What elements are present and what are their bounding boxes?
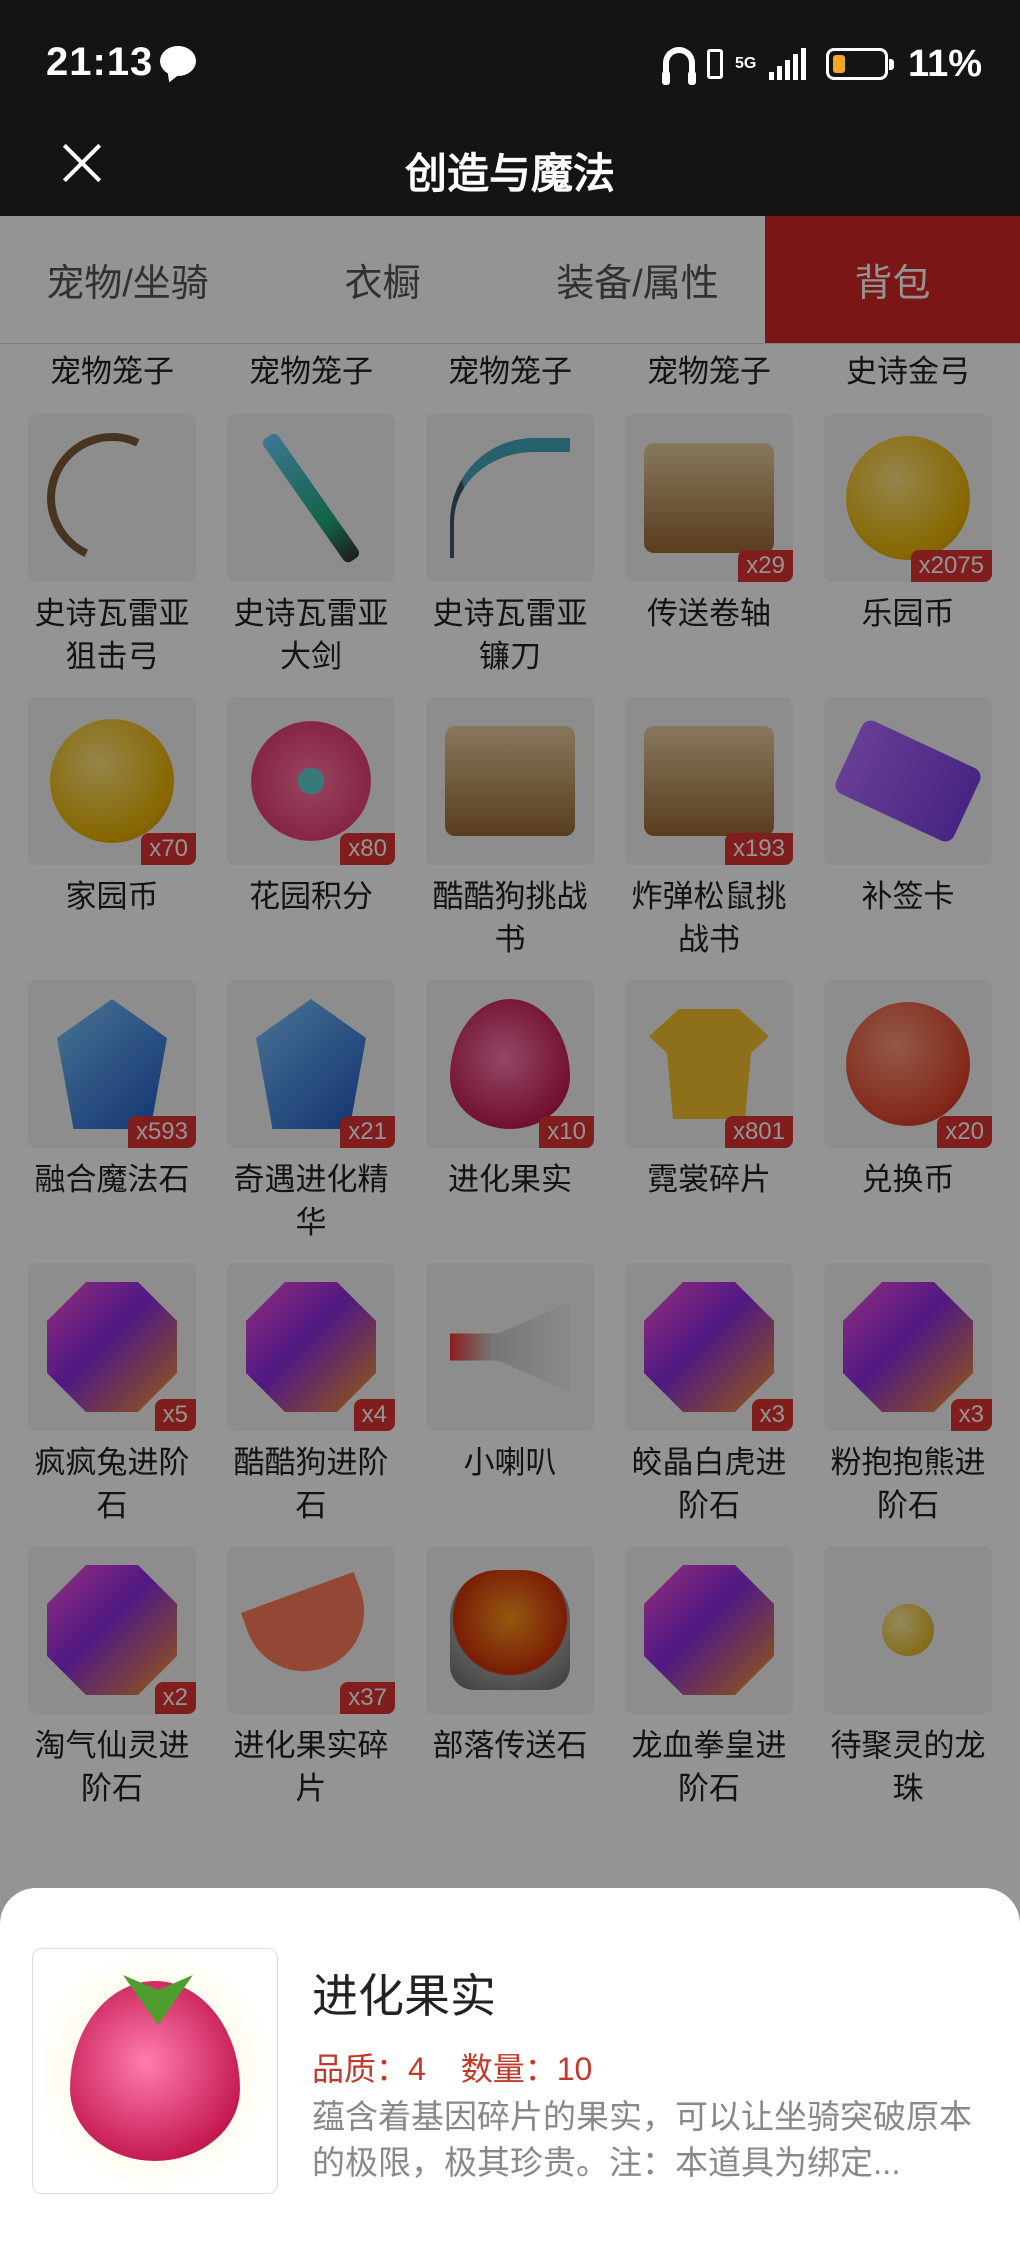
device-battery-icon	[707, 49, 724, 79]
title-bar: 创造与魔法	[0, 130, 1020, 216]
status-time: 21:13	[46, 40, 154, 84]
status-bar: 21:13 5G 11%	[0, 0, 1020, 130]
battery-icon	[826, 48, 895, 80]
item-meta: 品质：4 数量：10	[312, 2044, 618, 2090]
item-detail-sheet: 进化果实 品质：4 数量：10 蕴含着基因碎片的果实，可以让坐骑突破原本的极限，…	[0, 1888, 1020, 2254]
chat-bubble-icon	[160, 46, 196, 76]
page-title: 创造与魔法	[404, 150, 615, 197]
signal-icon	[769, 48, 807, 80]
item-quantity: 数量：10	[460, 2051, 593, 2087]
network-type: 5G	[735, 55, 757, 72]
headphones-icon	[662, 47, 697, 85]
item-image	[32, 1948, 278, 2194]
battery-percent: 11%	[908, 42, 982, 85]
item-description: 蕴含着基因碎片的果实，可以让坐骑突破原本的极限，极其珍贵。注：本道具为绑定...	[312, 2098, 972, 2181]
item-name: 进化果实	[312, 1970, 496, 2022]
status-icons: 5G 11%	[662, 42, 982, 85]
item-quality: 品质：4	[312, 2051, 426, 2087]
